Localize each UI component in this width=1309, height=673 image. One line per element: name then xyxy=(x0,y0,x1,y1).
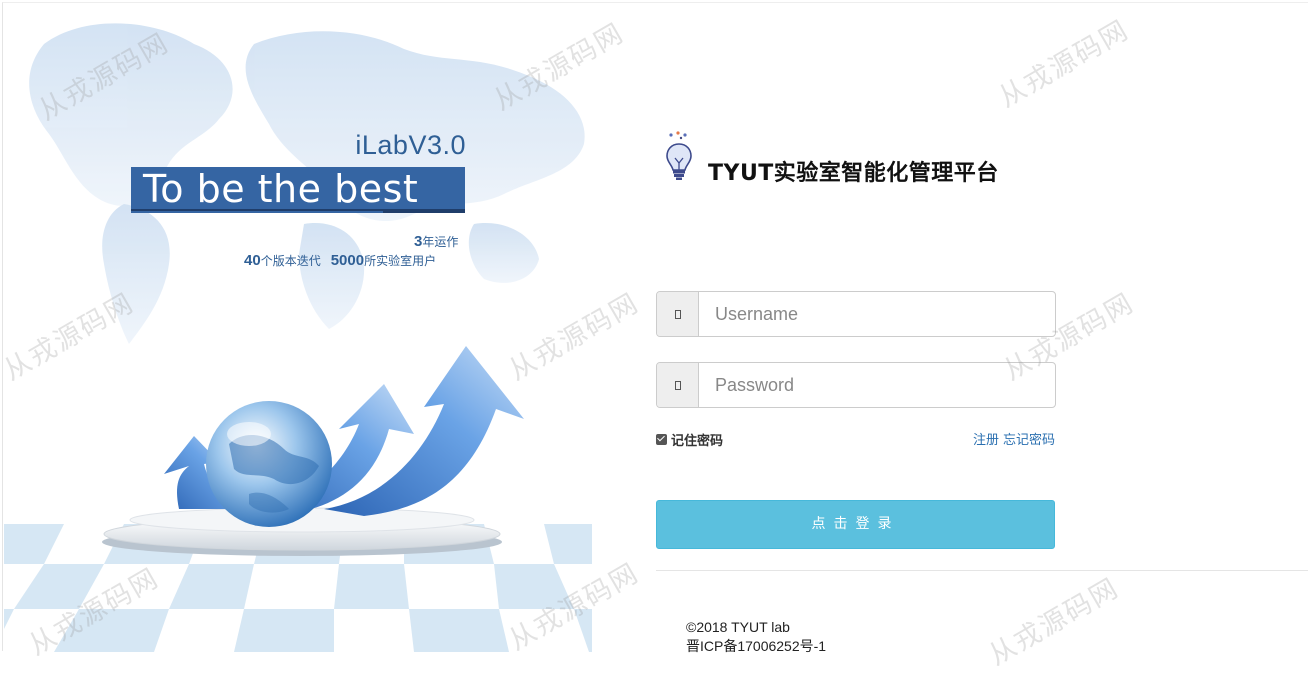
stat-labs-text: 所实验室用户 xyxy=(364,254,437,268)
hero-banner: iLabV3.0 To be the best 3年运作 40个版本迭代 500… xyxy=(4,4,592,652)
app-title: TYUT实验室智能化管理平台 xyxy=(708,161,999,186)
user-icon xyxy=(657,292,699,336)
stat-versions-number: 40 xyxy=(244,252,261,269)
icp-text: 晋ICP备17006252号-1 xyxy=(686,638,827,654)
remember-password[interactable]: 记住密码 xyxy=(656,430,723,449)
version-label: iLabV3.0 xyxy=(355,130,466,160)
remember-checkbox[interactable] xyxy=(656,434,667,445)
password-group xyxy=(656,362,1056,408)
stat-years: 3年运作 xyxy=(414,233,458,250)
stat-labs-number: 5000 xyxy=(330,252,365,269)
arrow-large xyxy=(324,346,524,516)
copyright-text: ©2018 TYUT lab xyxy=(686,619,790,635)
lightbulb-icon xyxy=(666,131,692,180)
account-links: 注册 忘记密码 xyxy=(940,429,1055,448)
password-input[interactable] xyxy=(699,363,1051,407)
username-group xyxy=(656,291,1056,337)
slogan-underline xyxy=(131,211,383,213)
stat-years-text: 年运作 xyxy=(422,235,459,249)
footer: ©2018 TYUT lab 晋ICP备17006252号-1 xyxy=(686,618,826,656)
username-input[interactable] xyxy=(699,292,1051,336)
divider xyxy=(656,570,1308,571)
login-button[interactable]: 点击登录 xyxy=(656,500,1055,549)
slogan-text: To be the best xyxy=(143,167,419,211)
register-link[interactable]: 注册 xyxy=(973,433,999,448)
lock-icon xyxy=(657,363,699,407)
stat-versions-labs: 40个版本迭代 5000所实验室用户 xyxy=(244,252,436,269)
hero-illustration xyxy=(4,23,592,652)
remember-label: 记住密码 xyxy=(671,434,724,449)
stat-versions-text: 个版本迭代 xyxy=(260,254,321,268)
forgot-password-link[interactable]: 忘记密码 xyxy=(1003,433,1055,448)
